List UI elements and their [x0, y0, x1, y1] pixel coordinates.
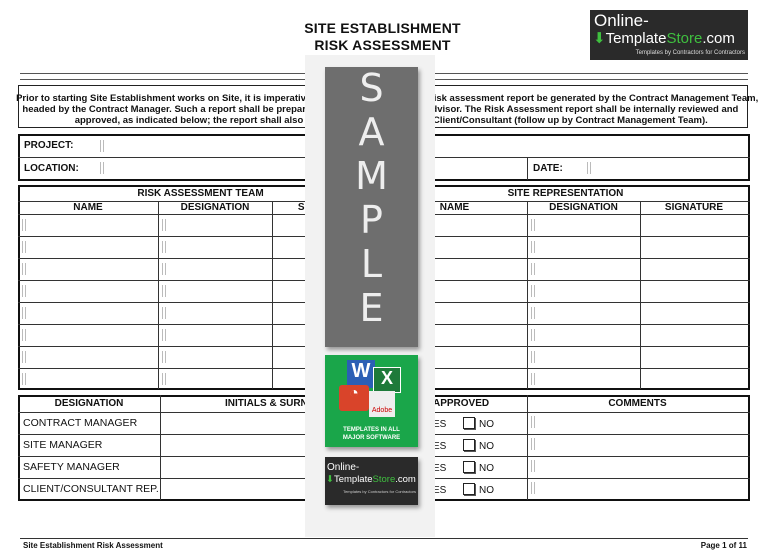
adobe-pdf-icon: Adobe [369, 391, 395, 417]
download-arrow-icon: ⬇ [593, 30, 606, 47]
col-designation: DESIGNATION [180, 202, 250, 213]
no-label: NO [479, 463, 494, 474]
team-cell-field[interactable] [22, 373, 26, 385]
watermark-letter: M [355, 154, 388, 198]
no-checkbox[interactable] [463, 417, 475, 429]
logo-tagline: Templates by Contractors for Contractors [635, 50, 745, 56]
badge-text: TEMPLATES IN ALL [343, 427, 400, 433]
team-cell-field[interactable] [162, 351, 166, 363]
site-representation-title: SITE REPRESENTATION [507, 188, 624, 199]
no-checkbox[interactable] [463, 483, 475, 495]
watermark-letter: S [359, 66, 384, 110]
intro-text: y Advisor. The Risk Assessment report sh… [417, 104, 739, 115]
team-cell-field[interactable] [531, 351, 535, 363]
no-label: NO [479, 441, 494, 452]
col-comments: COMMENTS [608, 398, 667, 409]
company-logo: Online- ⬇TemplateStore.com Templates by … [590, 10, 748, 60]
team-cell-field[interactable] [531, 241, 535, 253]
date-field[interactable] [587, 162, 591, 174]
intro-text: approved, as indicated below; the report… [74, 115, 317, 126]
yes-label: ES [433, 441, 447, 452]
watermark-letter: A [358, 110, 385, 154]
col-approved: APPROVED [433, 398, 490, 409]
footer-page-number: Page 1 of 11 [700, 541, 747, 550]
team-cell-field[interactable] [531, 219, 535, 231]
intro-text: headed by the Contract Manager. Such a r… [22, 104, 317, 115]
col-name: NAME [73, 202, 103, 213]
col-designation: DESIGNATION [54, 398, 124, 409]
logo-line-1: Online- [327, 462, 360, 473]
watermark-letter: P [360, 198, 383, 242]
team-cell-field[interactable] [162, 285, 166, 297]
approval-row-designation: CONTRACT MANAGER [23, 417, 138, 429]
comments-field[interactable] [531, 460, 535, 472]
col-initials-surname: INITIALS & SURN [225, 398, 308, 409]
badge-text: MAJOR SOFTWARE [342, 435, 401, 441]
powerpoint-icon: ◔ [339, 385, 369, 411]
project-field[interactable] [100, 140, 104, 152]
watermark-letter: L [360, 242, 383, 286]
team-cell-field[interactable] [22, 263, 26, 275]
logo-line-1: Online- [594, 11, 649, 30]
intro-text: Client/Consultant (follow up by Contract… [433, 115, 708, 126]
approval-row-designation: SITE MANAGER [23, 439, 103, 451]
logo-line-2: ⬇TemplateStore.com [326, 474, 416, 485]
yes-label: ES [433, 463, 447, 474]
team-cell-field[interactable] [162, 307, 166, 319]
team-cell-field[interactable] [162, 263, 166, 275]
yes-label: ES [433, 419, 447, 430]
team-cell-field[interactable] [22, 307, 26, 319]
location-label: LOCATION: [24, 163, 79, 174]
footer-doc-title: Site Establishment Risk Assessment [23, 541, 163, 550]
intro-text: risk assessment report be generated by t… [430, 93, 759, 104]
footer-divider [20, 538, 748, 539]
comments-field[interactable] [531, 416, 535, 428]
no-label: NO [479, 419, 494, 430]
team-cell-field[interactable] [22, 219, 26, 231]
team-cell-field[interactable] [531, 373, 535, 385]
watermark-letter: E [359, 286, 384, 330]
watermark-logo: Online- ⬇TemplateStore.com Templates by … [325, 457, 418, 505]
team-cell-field[interactable] [531, 329, 535, 341]
yes-label: ES [433, 485, 447, 496]
sample-watermark: S A M P L E [325, 67, 418, 347]
team-cell-field[interactable] [162, 241, 166, 253]
team-cell-field[interactable] [22, 351, 26, 363]
logo-tagline: Templates by Contractors for Contractors [343, 489, 416, 494]
comments-field[interactable] [531, 482, 535, 494]
logo-line-2: ⬇TemplateStore.com [593, 30, 735, 47]
team-cell-field[interactable] [531, 263, 535, 275]
team-cell-field[interactable] [22, 329, 26, 341]
team-cell-field[interactable] [162, 373, 166, 385]
comments-field[interactable] [531, 438, 535, 450]
no-checkbox[interactable] [463, 461, 475, 473]
no-checkbox[interactable] [463, 439, 475, 451]
team-cell-field[interactable] [162, 329, 166, 341]
project-label: PROJECT: [24, 140, 74, 151]
approval-row-designation: CLIENT/CONSULTANT REP. [23, 483, 159, 495]
team-cell-field[interactable] [531, 307, 535, 319]
software-badge: W X ◔ Adobe TEMPLATES IN ALL MAJOR SOFTW… [325, 355, 418, 447]
excel-icon: X [373, 367, 401, 393]
team-cell-field[interactable] [162, 219, 166, 231]
location-field[interactable] [100, 162, 104, 174]
col-designation: DESIGNATION [549, 202, 618, 213]
intro-text: Prior to starting Site Establishment wor… [16, 93, 317, 104]
word-icon: W [347, 360, 375, 388]
no-label: NO [479, 485, 494, 496]
col-signature: SIGNATURE [664, 202, 724, 213]
team-cell-field[interactable] [531, 285, 535, 297]
date-label: DATE: [533, 163, 563, 174]
team-cell-field[interactable] [22, 241, 26, 253]
team-cell-field[interactable] [22, 285, 26, 297]
approval-row-designation: SAFETY MANAGER [23, 461, 120, 473]
